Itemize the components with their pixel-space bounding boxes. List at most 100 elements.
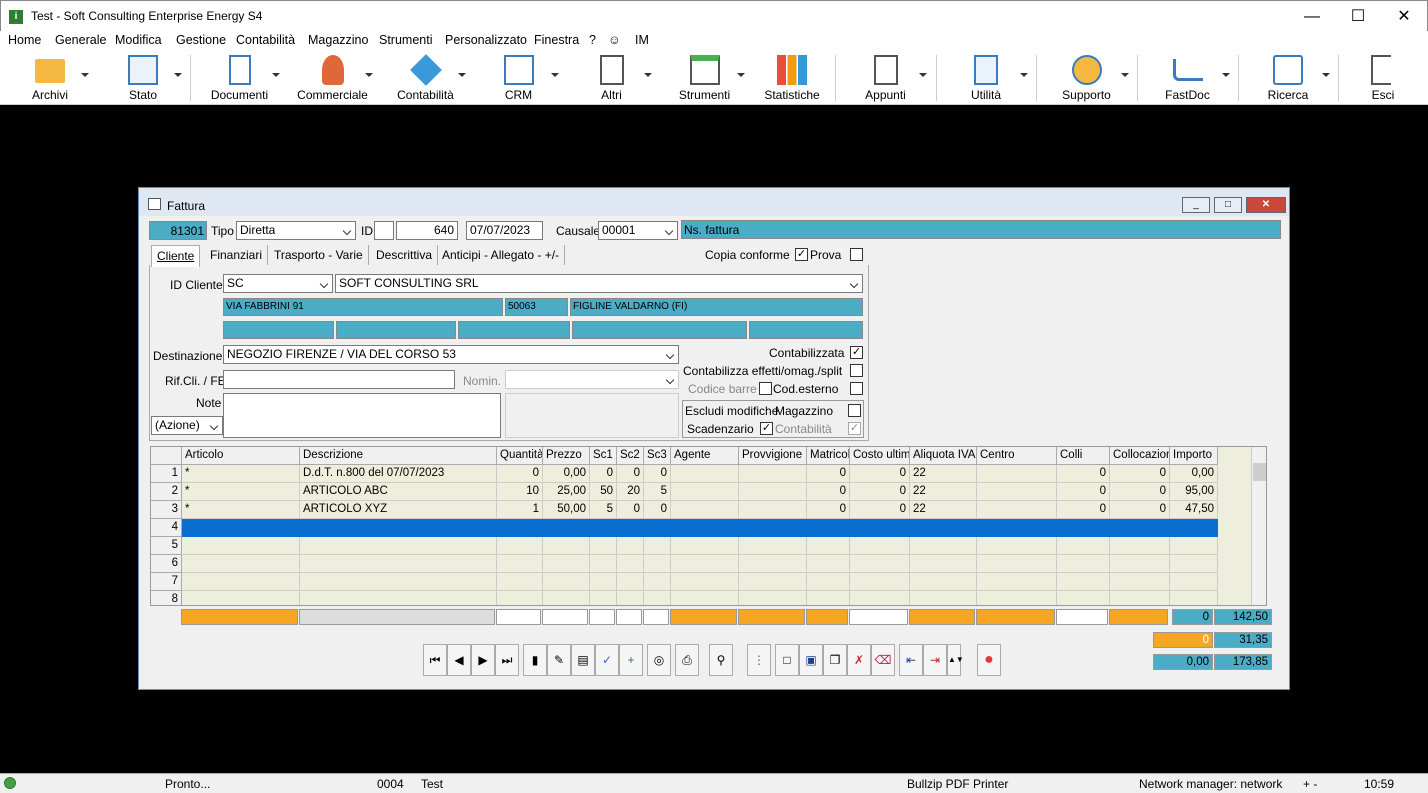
grid-cell[interactable] [977,591,1057,605]
grid-cell[interactable] [739,591,807,605]
grid-cell[interactable]: 0 [1057,501,1110,519]
grid-cell[interactable] [617,555,644,573]
toolbar-strumenti-button[interactable]: Strumenti [658,51,751,105]
grid-cell[interactable]: 10 [497,483,543,501]
column-header-articolo[interactable]: Articolo [182,447,300,465]
grid-cell[interactable] [910,573,977,591]
contabilizzata-checkbox[interactable]: ✓ [850,346,863,359]
child-restore-button[interactable]: □ [1214,197,1242,213]
grid-cell[interactable]: 1 [497,501,543,519]
grid-cell[interactable] [590,519,617,537]
grid-cell[interactable]: 0 [850,483,910,501]
grid-cell[interactable]: 95,00 [1170,483,1218,501]
grid-cell[interactable] [543,519,590,537]
destinazione-select[interactable]: NEGOZIO FIRENZE / VIA DEL CORSO 53 [223,345,679,364]
delete-row-icon[interactable]: ⇥ [923,644,947,676]
column-header-importo[interactable]: Importo [1170,447,1218,465]
tab-descrittiva[interactable]: Descrittiva [371,245,439,265]
grid-cell[interactable] [671,465,739,483]
codice-barre-checkbox[interactable] [759,382,772,395]
toolbar-supporto-button[interactable]: Supporto [1038,51,1135,105]
grid-cell[interactable] [910,555,977,573]
grid-cell[interactable]: 0 [1110,483,1170,501]
grid-cell[interactable] [497,555,543,573]
column-header-centro[interactable]: Centro [977,447,1057,465]
menu-help[interactable]: ? [589,33,596,47]
grid-cell[interactable] [739,537,807,555]
tab-anticipi-allegato[interactable]: Anticipi - Allegato - +/- [437,245,566,265]
grid-cell[interactable] [182,519,300,537]
menu-contabilita[interactable]: Contabilità [236,33,295,47]
grid-cell[interactable] [1057,537,1110,555]
grid-cell[interactable] [1170,555,1218,573]
grid-cell[interactable] [671,519,739,537]
column-header-aliquota-iva[interactable]: Aliquota IVA [910,447,977,465]
grid-cell[interactable] [739,555,807,573]
grid-cell[interactable]: 0 [850,465,910,483]
copia-conforme-checkbox[interactable]: ✓ [795,248,808,261]
grid-cell[interactable] [590,555,617,573]
grid-cell[interactable] [807,573,850,591]
azione-select[interactable]: (Azione) [151,416,223,435]
id-cliente-select[interactable]: SC [223,274,333,293]
grid-cell[interactable]: 0,00 [1170,465,1218,483]
grid-cell[interactable] [850,537,910,555]
grid-cell[interactable] [1057,591,1110,605]
column-header-agente[interactable]: Agente [671,447,739,465]
grid-cell[interactable]: 20 [617,483,644,501]
grid-cell[interactable] [644,573,671,591]
column-header-costo-ultimo[interactable]: Costo ultimo [850,447,910,465]
grid-cell[interactable]: 0 [1110,501,1170,519]
grid-cell[interactable] [644,555,671,573]
grid-cell[interactable]: 47,50 [1170,501,1218,519]
grid-cell[interactable] [1170,537,1218,555]
rif-cli-field[interactable] [223,370,455,389]
invoice-lines-grid[interactable]: Articolo Descrizione Quantità Prezzo Sc1 Sc2 S… [150,446,1267,606]
id-prefix-field[interactable] [374,221,394,240]
column-header-sc3[interactable]: Sc3 [644,447,671,465]
grid-cell[interactable] [807,537,850,555]
column-header-sc1[interactable]: Sc1 [590,447,617,465]
printer-icon[interactable]: ⎙ [675,644,699,676]
toolbar-contabilita-button[interactable]: Contabilità [379,51,472,105]
column-header-colli[interactable]: Colli [1057,447,1110,465]
grid-cell[interactable] [617,519,644,537]
grid-cell[interactable] [1170,573,1218,591]
grid-cell[interactable]: 0 [644,465,671,483]
grid-cell[interactable] [182,537,300,555]
scadenzario-checkbox[interactable]: ✓ [760,422,773,435]
menu-personalizzato[interactable]: Personalizzato [445,33,527,47]
grid-cell[interactable] [671,501,739,519]
next-record-icon[interactable]: ▶ [471,644,495,676]
grid-cell[interactable] [807,591,850,605]
nomin-select[interactable] [505,370,679,389]
grid-cell[interactable] [182,591,300,605]
grid-cell[interactable]: 0 [590,465,617,483]
grid-cell[interactable]: 25,00 [543,483,590,501]
row-number[interactable]: 8 [151,591,182,605]
grid-cell[interactable]: 0 [807,483,850,501]
column-header-quantita[interactable]: Quantità [497,447,543,465]
grid-cell[interactable] [497,591,543,605]
tipo-select[interactable]: Diretta [236,221,356,240]
grid-cell[interactable] [739,501,807,519]
row-number[interactable]: 6 [151,555,182,573]
grid-cell[interactable] [977,465,1057,483]
grid-cell[interactable]: 5 [590,501,617,519]
grid-cell[interactable] [739,483,807,501]
grid-cell[interactable]: * [182,501,300,519]
grid-cell[interactable]: * [182,465,300,483]
toolbar-ricerca-button[interactable]: Ricerca [1240,51,1336,105]
grid-cell[interactable] [617,573,644,591]
toolbar-stato-button[interactable]: Stato [98,51,188,105]
menu-generale[interactable]: Generale [55,33,106,47]
grid-cell[interactable]: 0 [617,465,644,483]
grid-cell[interactable] [644,519,671,537]
toolbar-appunti-button[interactable]: Appunti [838,51,933,105]
grid-cell[interactable]: 0 [807,501,850,519]
row-number[interactable]: 5 [151,537,182,555]
row-number[interactable]: 3 [151,501,182,519]
grid-cell[interactable] [807,519,850,537]
grid-cell[interactable]: 0 [1057,483,1110,501]
id-value-field[interactable]: 640 [396,221,458,240]
